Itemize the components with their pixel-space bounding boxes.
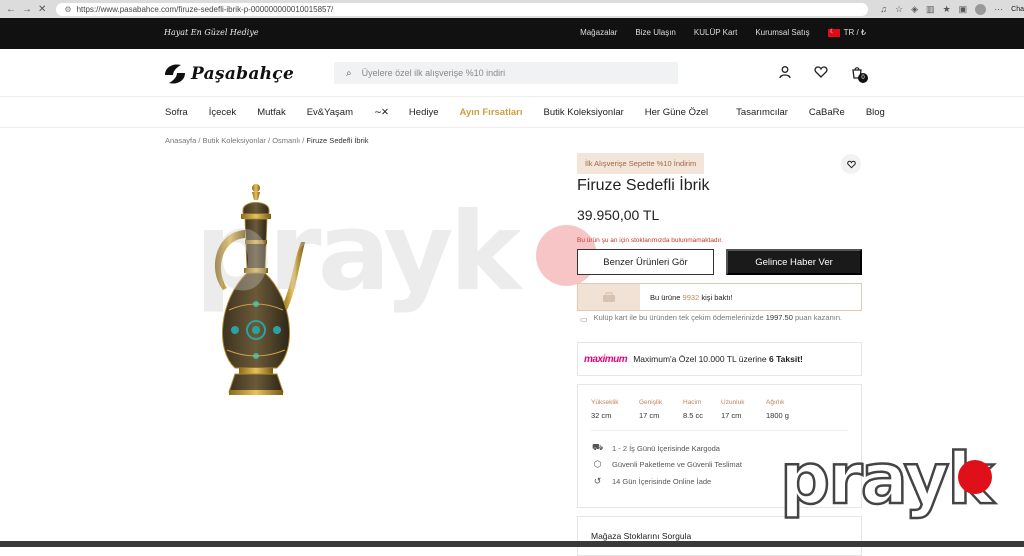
spec-weight: Ağırlık 1800 g bbox=[766, 399, 789, 420]
maximum-installment-box: maximum Maximum'a Özel 10.000 TL üzerine… bbox=[577, 342, 862, 376]
cart-button[interactable]: 0 bbox=[850, 65, 868, 83]
nav-item-hediye[interactable]: Hediye bbox=[409, 107, 439, 118]
link-contact[interactable]: Bize Ulaşın bbox=[635, 28, 675, 37]
breadcrumb-osmanli[interactable]: Osmanlı bbox=[272, 136, 300, 145]
pasabahce-logo-icon bbox=[165, 64, 185, 84]
nav-item-ayin-firsatlari[interactable]: Ayın Fırsatları bbox=[460, 107, 523, 118]
browser-actions: ♫ ☆ ◈ ▥ ★ ▣ ⋯ Cha bbox=[880, 3, 1024, 15]
locale-text: TR / ₺ bbox=[843, 28, 866, 37]
menu-icon[interactable]: ⋯ bbox=[994, 4, 1003, 15]
store-stock-label: Mağaza Stoklarını Sorgula bbox=[591, 531, 692, 541]
nav-item-mutfak[interactable]: Mutfak bbox=[257, 107, 286, 118]
nav-item-blog[interactable]: Blog bbox=[866, 107, 885, 118]
nav-item-cabare[interactable]: CaBaRe bbox=[809, 107, 845, 118]
cart-count-badge: 0 bbox=[858, 73, 868, 83]
favorite-button[interactable] bbox=[841, 154, 861, 174]
heart-icon bbox=[846, 160, 856, 168]
copilot-label[interactable]: Cha bbox=[1011, 6, 1024, 13]
view-count-text: Bu ürüne 9932 kişi baktı! bbox=[650, 292, 733, 302]
nav-item-her-gune-ozel[interactable]: Her Güne Özel bbox=[645, 107, 708, 118]
favorites-icon[interactable]: ★ bbox=[943, 4, 951, 15]
return-icon: ↺ bbox=[593, 476, 602, 486]
spec-divider bbox=[591, 430, 848, 431]
product-price: 39.950,00 TL bbox=[577, 207, 660, 223]
search-icon: ⌕ bbox=[346, 67, 352, 79]
heart-icon[interactable] bbox=[814, 65, 828, 79]
site-header: Paşabahçe ⌕ Üyelere özel ilk alışverişe … bbox=[0, 49, 1024, 97]
breadcrumb-home[interactable]: Anasayfa bbox=[165, 136, 196, 145]
nav-item-butik-koleksiyonlar[interactable]: Butik Koleksiyonlar bbox=[544, 107, 624, 118]
star-icon[interactable]: ☆ bbox=[895, 4, 903, 15]
main-nav: Sofra İçecek Mutfak Ev&Yaşam ∼✕ Hediye A… bbox=[0, 97, 1024, 128]
club-points: 1997.50 bbox=[765, 313, 793, 322]
spec-volume: Hacim 8.5 cc bbox=[683, 399, 704, 420]
extension-icon[interactable]: ◈ bbox=[911, 4, 918, 15]
specs-box: Yükseklik 32 cm Genişlik 17 cm Hacim 8.5… bbox=[577, 384, 862, 508]
box-icon: ⬡ bbox=[593, 459, 602, 469]
credit-card-icon: ▭ bbox=[580, 315, 588, 324]
slogan: Hayat En Güzel Hediye bbox=[164, 28, 259, 37]
spec-height: Yükseklik 32 cm bbox=[591, 399, 619, 420]
user-icon[interactable] bbox=[778, 65, 792, 79]
header-icons: 0 bbox=[778, 65, 868, 83]
lock-icon: ⚙ bbox=[64, 4, 72, 14]
notify-me-button[interactable]: Gelince Haber Ver bbox=[726, 249, 862, 275]
top-strip: Hayat En Güzel Hediye Mağazalar Bize Ula… bbox=[0, 18, 1024, 49]
nav-item-tasarimcilar[interactable]: Tasarımcılar bbox=[736, 107, 788, 118]
similar-products-button[interactable]: Benzer Ürünleri Gör bbox=[577, 249, 714, 275]
url-text: https://www.pasabahce.com/firuze-sedefli… bbox=[76, 4, 334, 14]
nav-item-icecek[interactable]: İçecek bbox=[209, 107, 236, 118]
collections-icon[interactable]: ▣ bbox=[959, 4, 968, 15]
truck-icon: ⛟ bbox=[592, 442, 604, 452]
promo-badge: İlk Alışverişe Sepette %10 İndirim bbox=[577, 153, 705, 174]
feature-packaging: ⬡ Güvenli Paketleme ve Güvenli Teslimat bbox=[593, 459, 742, 469]
forward-icon[interactable]: → bbox=[22, 4, 32, 15]
store-stock-box[interactable]: Mağaza Stoklarını Sorgula bbox=[577, 516, 862, 556]
browser-toolbar: ← → ✕ ⚙ https://www.pasabahce.com/firuze… bbox=[0, 0, 1024, 18]
spec-length: Uzunluk 17 cm bbox=[721, 399, 745, 420]
watermark-corner-dot bbox=[958, 460, 992, 494]
product-title: Firuze Sedefli İbrik bbox=[577, 177, 710, 194]
address-bar[interactable]: ⚙ https://www.pasabahce.com/firuze-sedef… bbox=[56, 2, 869, 16]
spec-width: Genişlik 17 cm bbox=[639, 399, 663, 420]
stock-message: Bu ürün şu an için stoklarımızda bulunma… bbox=[577, 237, 723, 244]
link-stores[interactable]: Mağazalar bbox=[580, 28, 617, 37]
maximum-text: Maximum'a Özel 10.000 TL üzerine 6 Taksi… bbox=[633, 354, 803, 364]
locale-selector[interactable]: TR / ₺ bbox=[827, 28, 866, 37]
link-corporate[interactable]: Kurumsal Satış bbox=[755, 28, 809, 37]
feature-return: ↺ 14 Gün İçerisinde Online İade bbox=[593, 476, 712, 486]
profile-avatar[interactable] bbox=[975, 3, 987, 15]
spec-columns: Yükseklik 32 cm Genişlik 17 cm Hacim 8.5… bbox=[591, 399, 810, 420]
product-image[interactable] bbox=[205, 180, 307, 398]
breadcrumb-current: Firuze Sedefli İbrik bbox=[306, 136, 369, 145]
view-count-box: Bu ürüne 9932 kişi baktı! bbox=[577, 283, 862, 311]
search-input[interactable]: ⌕ Üyelere özel ilk alışverişe %10 indiri bbox=[334, 62, 678, 84]
maximum-logo: maximum bbox=[584, 353, 628, 365]
top-links: Mağazalar Bize Ulaşın KULÜP Kart Kurumsa… bbox=[580, 28, 866, 37]
view-count-icon-box bbox=[578, 284, 640, 310]
logo-text: Paşabahçe bbox=[191, 64, 295, 84]
split-icon[interactable]: ▥ bbox=[926, 4, 935, 15]
breadcrumb-butik[interactable]: Butik Koleksiyonlar bbox=[203, 136, 266, 145]
back-icon[interactable]: ← bbox=[6, 4, 16, 15]
nav-item-sofra[interactable]: Sofra bbox=[165, 107, 188, 118]
search-placeholder: Üyelere özel ilk alışverişe %10 indiri bbox=[361, 68, 506, 78]
basket-icon bbox=[603, 292, 615, 302]
feature-shipping: ⛟ 1 - 2 İş Günü İçerisinde Kargoda bbox=[592, 442, 720, 453]
site-logo[interactable]: Paşabahçe bbox=[163, 63, 294, 85]
close-tab-icon[interactable]: ✕ bbox=[38, 4, 46, 15]
club-card-note: ▭ Kulüp kart ile bu üründen tek çekim öd… bbox=[580, 313, 843, 324]
taskbar-edge bbox=[0, 541, 1024, 547]
nav-item-ev-yasam[interactable]: Ev&Yaşam bbox=[307, 107, 353, 118]
breadcrumb: Anasayfa / Butik Koleksiyonlar / Osmanlı… bbox=[165, 136, 369, 145]
nav-item-nx[interactable]: ∼✕ bbox=[374, 107, 389, 118]
browser-nav-buttons: ← → ✕ bbox=[0, 4, 46, 15]
turkey-flag-icon bbox=[827, 28, 840, 37]
link-club-card[interactable]: KULÜP Kart bbox=[694, 28, 737, 37]
bell-icon[interactable]: ♫ bbox=[880, 4, 887, 14]
view-count-number: 9932 bbox=[682, 292, 700, 302]
